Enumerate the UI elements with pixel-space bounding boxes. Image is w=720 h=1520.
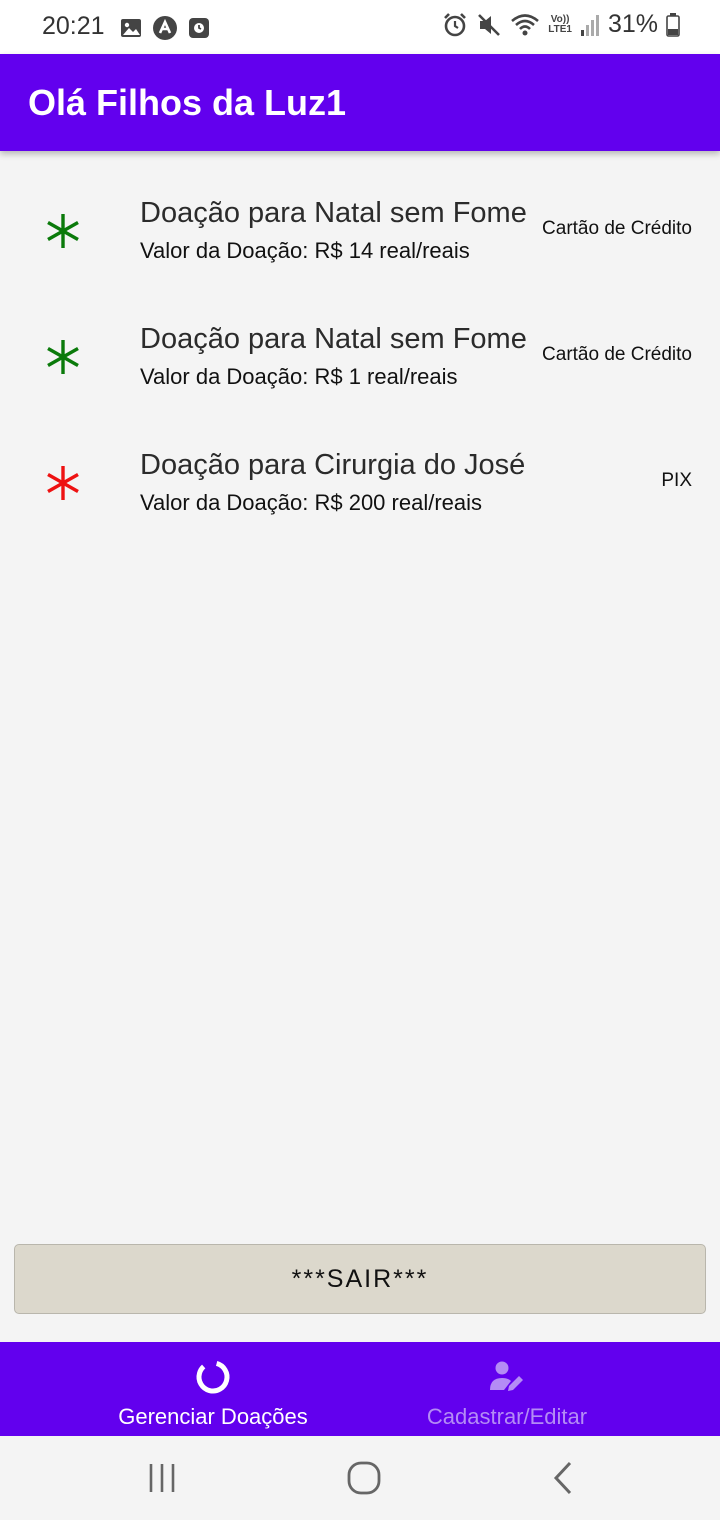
battery-icon xyxy=(666,12,680,37)
app-bar: Olá Filhos da Luz1 xyxy=(0,54,720,151)
system-status-icons: Vo)) LTE1 31% xyxy=(442,10,680,39)
image-icon xyxy=(121,19,141,37)
back-icon[interactable] xyxy=(548,1460,578,1496)
asterisk-icon xyxy=(47,466,79,500)
donation-value: Valor da Doação: R$ 200 real/reais xyxy=(140,490,483,515)
notification-icons xyxy=(120,15,210,41)
payment-method: PIX xyxy=(661,470,692,491)
volte-label: Vo)) xyxy=(550,13,570,25)
donation-value: Valor da Doação: R$ 1 real/reais xyxy=(140,364,458,389)
donation-title: Doação para Cirurgia do José xyxy=(140,449,526,481)
signal-icon xyxy=(580,14,599,36)
mute-icon xyxy=(478,13,501,36)
alarm-icon xyxy=(444,12,467,36)
list-item[interactable]: Doação para Natal sem Fome Valor da Doaç… xyxy=(0,177,720,303)
wifi-icon xyxy=(511,13,540,35)
home-icon[interactable] xyxy=(346,1460,382,1496)
recents-icon[interactable] xyxy=(146,1462,178,1494)
battery-percent: 31% xyxy=(607,10,658,38)
lte-label: LTE1 xyxy=(548,23,572,35)
bottom-navigation: Gerenciar Doações Cadastrar/Editar xyxy=(0,1342,720,1436)
asterisk-icon xyxy=(47,214,79,248)
payment-method: Cartão de Crédito xyxy=(542,218,692,239)
page-title: Olá Filhos da Luz1 xyxy=(28,82,347,123)
app-square-icon xyxy=(189,18,209,38)
user-edit-icon xyxy=(490,1361,523,1391)
tab-label: Cadastrar/Editar xyxy=(426,1404,588,1429)
tab-cadastrar-editar[interactable]: Cadastrar/Editar xyxy=(327,1342,687,1436)
payment-method: Cartão de Crédito xyxy=(542,344,692,365)
asterisk-icon xyxy=(47,340,79,374)
status-bar: 20:21 Vo)) LTE1 31% xyxy=(0,0,720,54)
exit-button[interactable]: ***SAIR*** xyxy=(14,1244,706,1314)
status-time: 20:21 xyxy=(42,12,105,40)
ring-icon xyxy=(196,1360,230,1394)
app-a-icon xyxy=(153,16,177,40)
donation-value: Valor da Doação: R$ 14 real/reais xyxy=(140,238,470,263)
donation-title: Doação para Natal sem Fome xyxy=(140,323,527,355)
list-item[interactable]: Doação para Natal sem Fome Valor da Doaç… xyxy=(0,303,720,429)
donation-title: Doação para Natal sem Fome xyxy=(140,197,527,229)
system-navigation-bar xyxy=(0,1436,720,1520)
volte-lte1-icon: Vo)) LTE1 xyxy=(548,13,572,35)
list-item[interactable]: Doação para Cirurgia do José Valor da Do… xyxy=(0,429,720,555)
